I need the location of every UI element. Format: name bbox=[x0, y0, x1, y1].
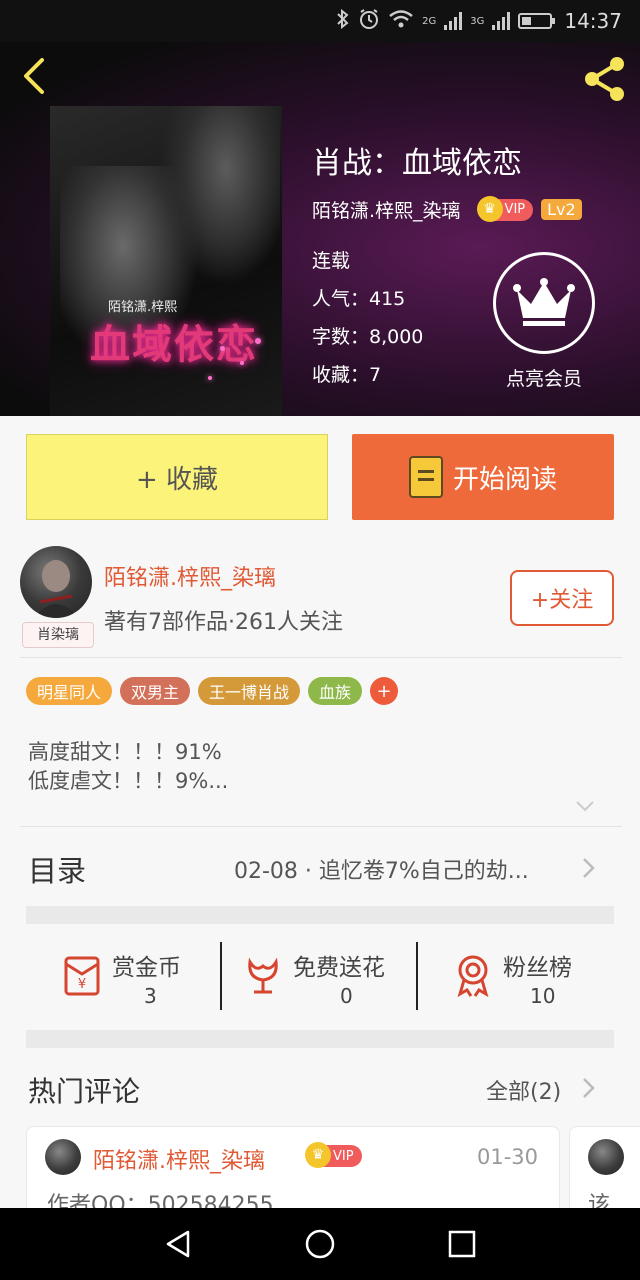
author-avatar[interactable] bbox=[20, 546, 92, 618]
flower-icon[interactable] bbox=[240, 952, 286, 998]
bluetooth-icon bbox=[336, 8, 350, 34]
comment-vip-label: VIP bbox=[333, 1148, 354, 1164]
vip-cta-label[interactable]: 点亮会员 bbox=[490, 364, 598, 391]
book-favorites: 收藏：7 bbox=[312, 364, 382, 386]
book-word-count: 字数：8,000 bbox=[312, 326, 424, 348]
section-separator bbox=[26, 1030, 614, 1048]
comment-avatar[interactable] bbox=[45, 1139, 81, 1175]
crown-icon bbox=[513, 278, 575, 326]
signal-icon-2 bbox=[492, 12, 511, 30]
book-cover[interactable]: 陌铭潇.梓熙 血域依恋 bbox=[50, 106, 282, 416]
stat-value-reward: 3 bbox=[144, 984, 157, 1008]
level-badge: Lv2 bbox=[541, 199, 582, 220]
stat-divider bbox=[220, 942, 222, 1010]
network-3g-label: 3G bbox=[470, 15, 485, 27]
description-line-2: 低度虐文！！！9%... bbox=[28, 769, 229, 793]
tag-chip[interactable]: 明星同人 bbox=[26, 677, 113, 705]
tag-chip[interactable]: 双男主 bbox=[120, 677, 191, 705]
collect-button[interactable]: + 收藏 bbox=[26, 434, 328, 520]
comment-avatar[interactable] bbox=[588, 1139, 624, 1175]
share-icon[interactable] bbox=[580, 54, 630, 104]
cover-sparkle bbox=[220, 346, 225, 351]
author-stats: 著有7部作品·261人关注 bbox=[104, 610, 343, 635]
vip-badge-label: VIP bbox=[504, 202, 526, 217]
add-tag-button[interactable]: + bbox=[370, 677, 399, 705]
stat-value-fans: 10 bbox=[530, 984, 556, 1008]
home-circle-icon[interactable] bbox=[302, 1226, 338, 1262]
stat-label-flower[interactable]: 免费送花 bbox=[293, 948, 385, 982]
chevron-right-icon[interactable] bbox=[580, 856, 598, 880]
stat-divider bbox=[416, 942, 418, 1010]
hot-comments-title: 热门评论 bbox=[28, 1075, 141, 1108]
red-envelope-icon[interactable]: ¥ bbox=[58, 952, 104, 998]
book-status: 连载 bbox=[312, 250, 351, 272]
medal-icon[interactable] bbox=[450, 952, 496, 998]
system-nav-bar bbox=[0, 1208, 640, 1280]
cover-sparkle bbox=[240, 361, 244, 365]
toc-label[interactable]: 目录 bbox=[28, 848, 86, 890]
divider bbox=[20, 657, 622, 658]
author-name[interactable]: 陌铭潇.梓熙_染璃 bbox=[104, 560, 276, 592]
stat-label-fans[interactable]: 粉丝榜 bbox=[503, 948, 572, 982]
status-bar: 2G 3G 14:37 bbox=[0, 0, 640, 42]
chevron-down-icon[interactable] bbox=[574, 795, 596, 817]
crown-icon: ♛ bbox=[476, 195, 503, 222]
avatar-tag: 肖染璃 bbox=[22, 622, 94, 648]
alarm-icon bbox=[358, 8, 380, 35]
tag-list: 明星同人 双男主 王一博肖战 血族 + bbox=[26, 677, 399, 705]
back-arrow-icon[interactable] bbox=[16, 56, 56, 96]
chevron-right-icon[interactable] bbox=[580, 1076, 598, 1100]
status-icons: 2G 3G bbox=[336, 8, 556, 35]
network-2g-label: 2G bbox=[422, 15, 437, 27]
battery-icon bbox=[518, 13, 556, 29]
vip-badge: ♛ VIP bbox=[476, 195, 534, 222]
divider bbox=[20, 826, 622, 827]
comment-author[interactable]: 陌铭潇.梓熙_染璃 bbox=[93, 1143, 265, 1175]
cover-title: 血域依恋 bbox=[90, 321, 258, 368]
tag-chip[interactable]: 王一博肖战 bbox=[198, 677, 301, 705]
start-reading-label: 开始阅读 bbox=[452, 464, 557, 495]
book-title: 肖战：血域依恋 bbox=[312, 146, 522, 181]
header-author-name[interactable]: 陌铭潇.梓熙_染璃 bbox=[312, 196, 461, 223]
status-time: 14:37 bbox=[564, 9, 622, 33]
vip-membership-button[interactable] bbox=[493, 252, 595, 354]
battery-fill bbox=[522, 17, 532, 25]
section-separator bbox=[26, 906, 614, 924]
toc-latest-chapter[interactable]: 02-08 · 追忆卷7%自己的劫... bbox=[234, 853, 564, 885]
all-comments-link[interactable]: 全部(2) bbox=[486, 1074, 561, 1106]
description-line-1: 高度甜文！！！91% bbox=[28, 740, 222, 764]
comment-date: 01-30 bbox=[477, 1145, 539, 1169]
back-triangle-icon[interactable] bbox=[160, 1226, 196, 1262]
cover-sparkle bbox=[255, 338, 261, 344]
svg-text:¥: ¥ bbox=[78, 977, 86, 992]
signal-icon bbox=[444, 12, 463, 30]
cover-sparkle bbox=[208, 376, 212, 380]
stat-value-flower: 0 bbox=[340, 984, 353, 1008]
crown-icon: ♛ bbox=[305, 1142, 331, 1168]
recents-square-icon[interactable] bbox=[444, 1226, 480, 1262]
start-reading-button[interactable]: 开始阅读 bbox=[352, 434, 614, 520]
book-popularity: 人气：415 bbox=[312, 288, 406, 310]
tag-chip[interactable]: 血族 bbox=[308, 677, 363, 705]
book-header: 陌铭潇.梓熙 血域依恋 肖战：血域依恋 陌铭潇.梓熙_染璃 ♛ VIP Lv2 … bbox=[0, 42, 640, 416]
book-icon bbox=[408, 456, 443, 498]
comment-vip-badge: ♛ VIP bbox=[305, 1142, 362, 1168]
author-line: 陌铭潇.梓熙_染璃 ♛ VIP Lv2 bbox=[312, 195, 582, 223]
stat-label-reward[interactable]: 赏金币 bbox=[112, 948, 181, 982]
follow-button[interactable]: +关注 bbox=[510, 570, 614, 626]
wifi-icon bbox=[388, 9, 414, 34]
